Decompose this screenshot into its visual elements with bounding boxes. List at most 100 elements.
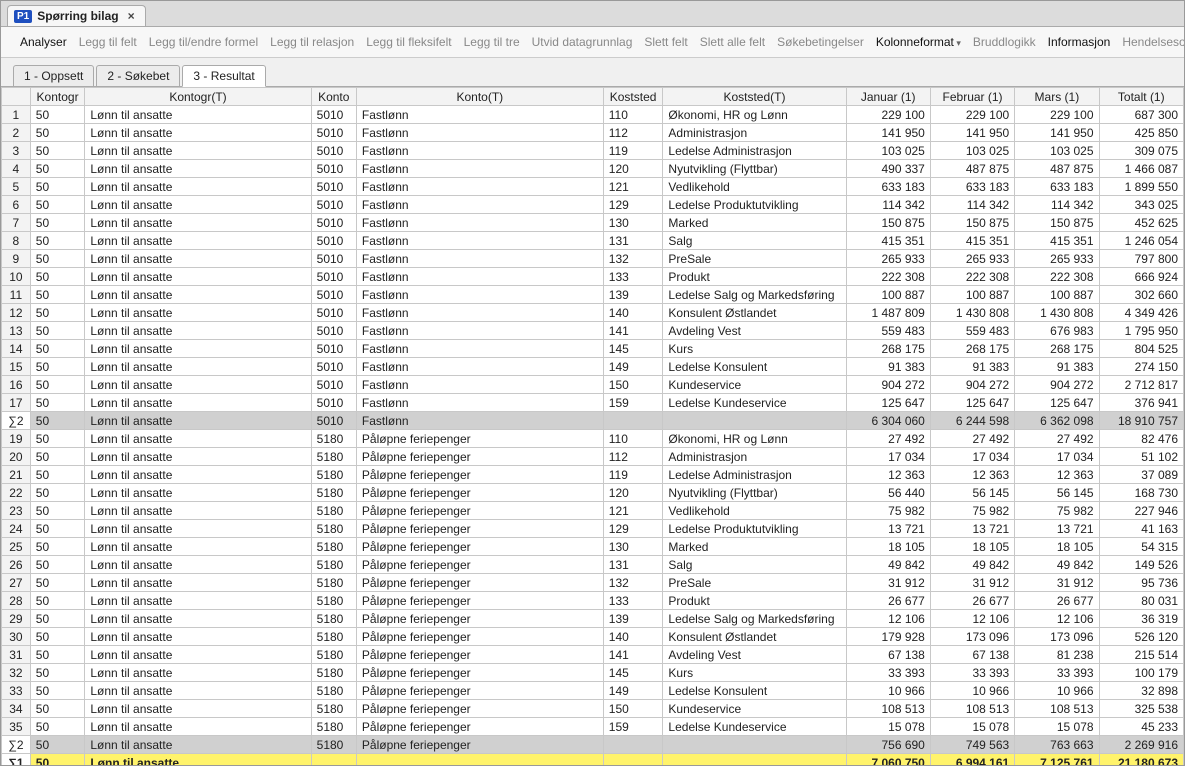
table-row[interactable]: 1150Lønn til ansatte5010Fastlønn139Ledel… <box>2 286 1184 304</box>
cell[interactable]: 5180 <box>311 628 356 646</box>
cell[interactable]: 5180 <box>311 610 356 628</box>
table-row[interactable]: 3150Lønn til ansatte5180Påløpne feriepen… <box>2 646 1184 664</box>
cell[interactable]: 21 180 673 <box>1099 754 1183 766</box>
cell[interactable]: 5180 <box>311 646 356 664</box>
cell[interactable]: 49 842 <box>846 556 930 574</box>
cell[interactable]: Påløpne feriepenger <box>356 538 603 556</box>
cell[interactable]: 149 526 <box>1099 556 1183 574</box>
table-row[interactable]: 2150Lønn til ansatte5180Påløpne feriepen… <box>2 466 1184 484</box>
cell[interactable]: Salg <box>663 556 846 574</box>
cell[interactable]: 21 <box>2 466 31 484</box>
cell[interactable]: 215 514 <box>1099 646 1183 664</box>
cell[interactable]: Lønn til ansatte <box>85 304 311 322</box>
cell[interactable]: 10 966 <box>930 682 1014 700</box>
cell[interactable]: Ledelse Produktutvikling <box>663 196 846 214</box>
cell[interactable]: 50 <box>30 718 85 736</box>
cell[interactable]: 50 <box>30 664 85 682</box>
cell[interactable]: ∑1 <box>2 754 31 766</box>
cell[interactable]: 50 <box>30 592 85 610</box>
cell[interactable]: 56 440 <box>846 484 930 502</box>
cell[interactable]: 4 <box>2 160 31 178</box>
cell[interactable]: 4 349 426 <box>1099 304 1183 322</box>
cell[interactable]: 129 <box>603 196 663 214</box>
cell[interactable]: 12 106 <box>1015 610 1099 628</box>
cell[interactable]: 45 233 <box>1099 718 1183 736</box>
cell[interactable]: 5010 <box>311 106 356 124</box>
cell[interactable]: 91 383 <box>1015 358 1099 376</box>
menu-item-legg-til-felt[interactable]: Legg til felt <box>74 33 142 51</box>
cell[interactable]: 16 <box>2 376 31 394</box>
cell[interactable]: 15 078 <box>846 718 930 736</box>
cell[interactable]: Lønn til ansatte <box>85 574 311 592</box>
cell[interactable]: 6 244 598 <box>930 412 1014 430</box>
cell[interactable]: 5010 <box>311 340 356 358</box>
cell[interactable]: 139 <box>603 286 663 304</box>
cell[interactable]: 2 269 916 <box>1099 736 1183 754</box>
cell[interactable]: 763 663 <box>1015 736 1099 754</box>
cell[interactable]: 797 800 <box>1099 250 1183 268</box>
cell[interactable]: 125 647 <box>930 394 1014 412</box>
cell[interactable]: 20 <box>2 448 31 466</box>
cell[interactable]: 5 <box>2 178 31 196</box>
cell[interactable]: 7 <box>2 214 31 232</box>
cell[interactable]: 50 <box>30 196 85 214</box>
cell[interactable]: 50 <box>30 484 85 502</box>
cell[interactable]: Lønn til ansatte <box>85 268 311 286</box>
table-row[interactable]: 850Lønn til ansatte5010Fastlønn131Salg41… <box>2 232 1184 250</box>
cell[interactable]: ∑2 <box>2 412 31 430</box>
cell[interactable]: 150 875 <box>846 214 930 232</box>
cell[interactable]: 5010 <box>311 214 356 232</box>
cell[interactable]: 6 994 161 <box>930 754 1014 766</box>
cell[interactable]: Lønn til ansatte <box>85 358 311 376</box>
cell[interactable]: 140 <box>603 304 663 322</box>
cell[interactable]: 34 <box>2 700 31 718</box>
column-header[interactable]: Konto <box>311 88 356 106</box>
cell[interactable]: 5180 <box>311 592 356 610</box>
cell[interactable]: 12 363 <box>1015 466 1099 484</box>
cell[interactable]: 222 308 <box>846 268 930 286</box>
cell[interactable]: 50 <box>30 610 85 628</box>
cell[interactable]: 5010 <box>311 358 356 376</box>
cell[interactable]: 756 690 <box>846 736 930 754</box>
cell[interactable]: 904 272 <box>1015 376 1099 394</box>
cell[interactable]: Lønn til ansatte <box>85 340 311 358</box>
table-row[interactable]: 3350Lønn til ansatte5180Påløpne feriepen… <box>2 682 1184 700</box>
table-row[interactable]: 3050Lønn til ansatte5180Påløpne feriepen… <box>2 628 1184 646</box>
cell[interactable]: 5180 <box>311 520 356 538</box>
cell[interactable]: 27 492 <box>930 430 1014 448</box>
cell[interactable]: Lønn til ansatte <box>85 286 311 304</box>
cell[interactable]: 5010 <box>311 376 356 394</box>
menu-item-legg-til-endre-formel[interactable]: Legg til/endre formel <box>144 33 263 51</box>
cell[interactable]: Kundeservice <box>663 700 846 718</box>
cell[interactable]: 50 <box>30 106 85 124</box>
cell[interactable]: 7 125 761 <box>1015 754 1099 766</box>
cell[interactable]: 19 <box>2 430 31 448</box>
cell[interactable]: 31 <box>2 646 31 664</box>
cell[interactable]: 32 898 <box>1099 682 1183 700</box>
cell[interactable]: 5010 <box>311 142 356 160</box>
cell[interactable]: 50 <box>30 466 85 484</box>
table-row[interactable]: 1750Lønn til ansatte5010Fastlønn159Ledel… <box>2 394 1184 412</box>
cell[interactable]: 27 <box>2 574 31 592</box>
cell[interactable]: Lønn til ansatte <box>85 754 311 766</box>
cell[interactable]: 141 950 <box>930 124 1014 142</box>
table-row[interactable]: 1250Lønn til ansatte5010Fastlønn140Konsu… <box>2 304 1184 322</box>
cell[interactable]: 50 <box>30 376 85 394</box>
cell[interactable]: 173 096 <box>930 628 1014 646</box>
cell[interactable]: Kurs <box>663 664 846 682</box>
cell[interactable]: 5010 <box>311 160 356 178</box>
cell[interactable]: 302 660 <box>1099 286 1183 304</box>
view-tab-2-s-kebet[interactable]: 2 - Søkebet <box>96 65 180 87</box>
cell[interactable]: 114 342 <box>930 196 1014 214</box>
cell[interactable]: 5010 <box>311 232 356 250</box>
cell[interactable]: 50 <box>30 286 85 304</box>
cell[interactable]: Fastlønn <box>356 340 603 358</box>
table-row[interactable]: 750Lønn til ansatte5010Fastlønn130Marked… <box>2 214 1184 232</box>
cell[interactable]: 150 875 <box>1015 214 1099 232</box>
cell[interactable]: 666 924 <box>1099 268 1183 286</box>
cell[interactable]: Lønn til ansatte <box>85 160 311 178</box>
menu-item-slett-felt[interactable]: Slett felt <box>639 33 692 51</box>
cell[interactable]: 18 105 <box>1015 538 1099 556</box>
cell[interactable]: Ledelse Konsulent <box>663 682 846 700</box>
cell[interactable]: 268 175 <box>1015 340 1099 358</box>
